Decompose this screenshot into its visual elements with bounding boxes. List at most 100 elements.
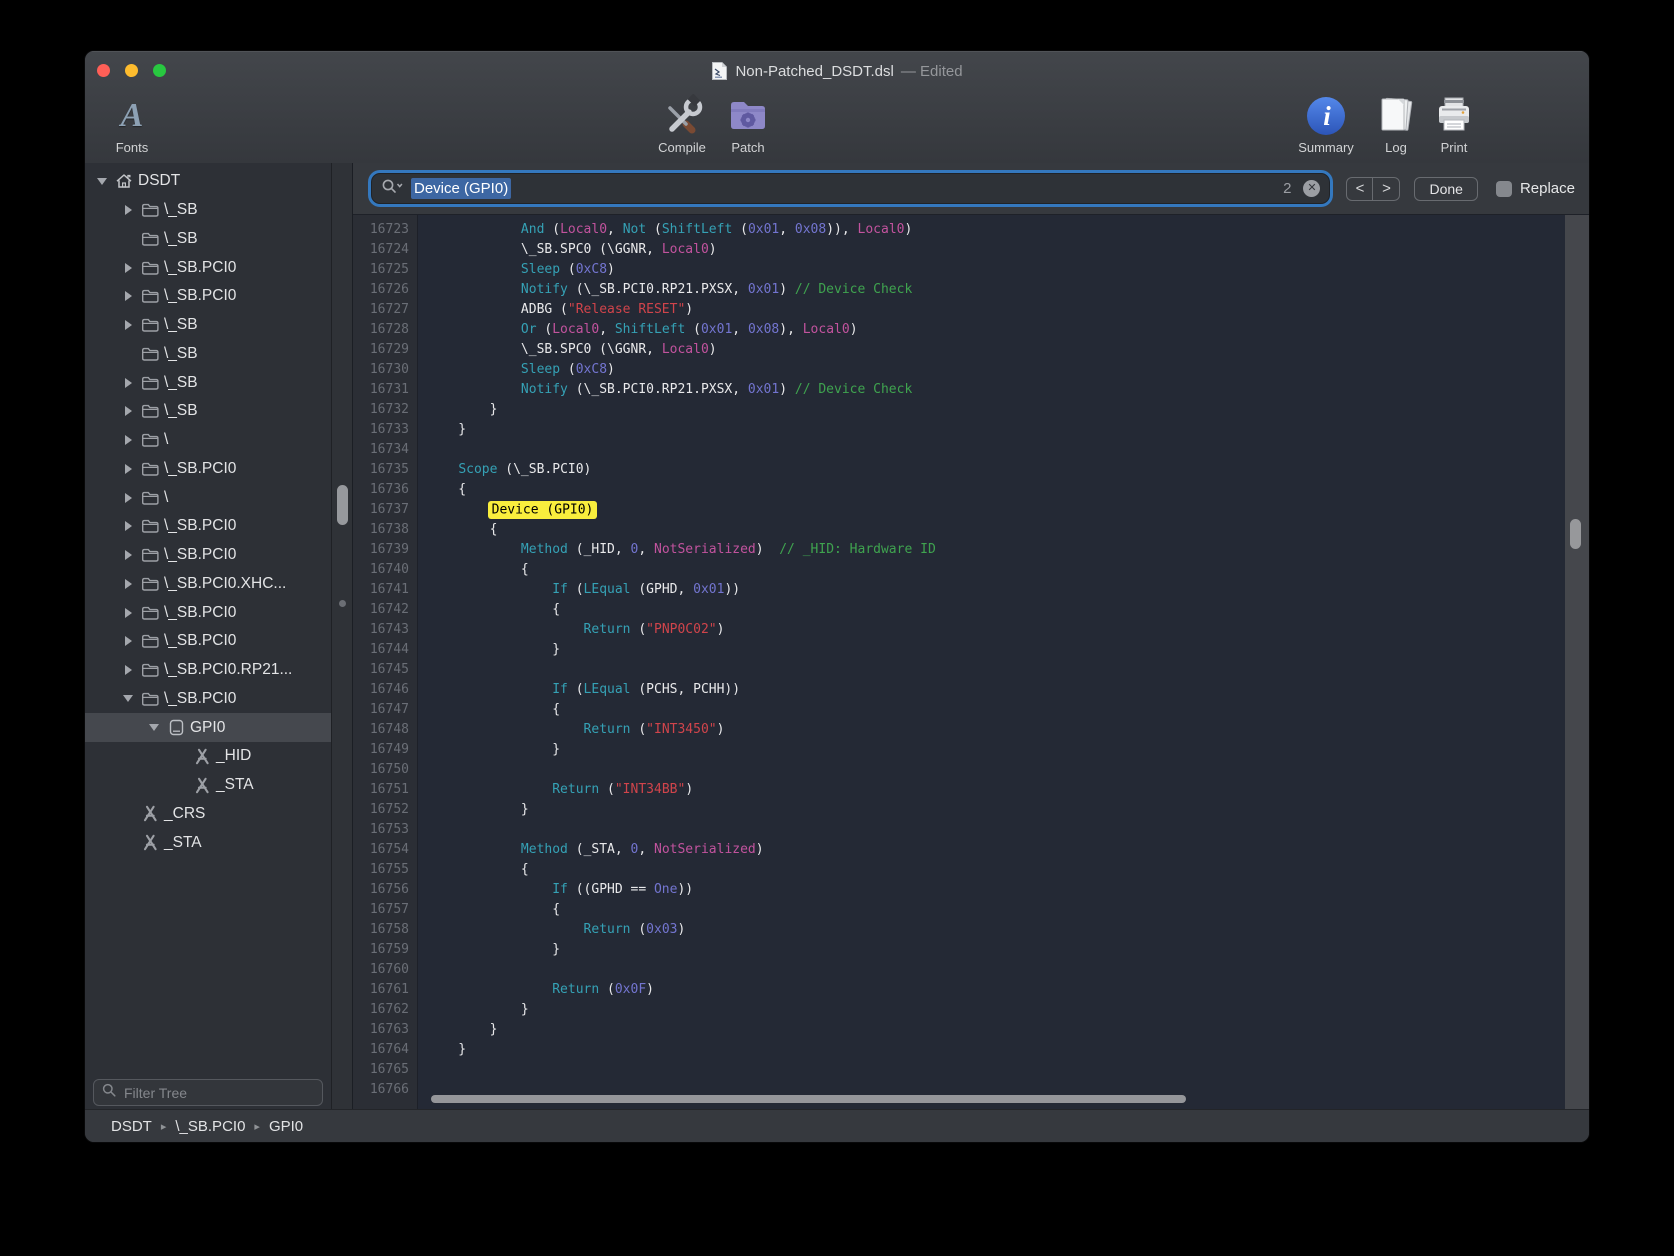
code-line[interactable]: { — [427, 600, 1565, 620]
tree-item[interactable]: \_SB.PCI0 — [85, 627, 331, 656]
tree-item[interactable]: \ — [85, 483, 331, 512]
disclosure-triangle[interactable] — [119, 406, 137, 416]
code-line[interactable]: { — [427, 860, 1565, 880]
code-line[interactable]: Sleep (0xC8) — [427, 260, 1565, 280]
done-button[interactable]: Done — [1414, 177, 1477, 201]
vertical-scrollbar-thumb[interactable] — [1570, 519, 1581, 549]
disclosure-triangle[interactable] — [119, 695, 137, 702]
code-line[interactable]: } — [427, 940, 1565, 960]
tree-item[interactable]: \_SB — [85, 311, 331, 340]
code-line[interactable]: Scope (\_SB.PCI0) — [427, 460, 1565, 480]
code-line[interactable]: Notify (\_SB.PCI0.RP21.PXSX, 0x01) // De… — [427, 280, 1565, 300]
code-line[interactable]: ADBG ("Release RESET") — [427, 300, 1565, 320]
disclosure-triangle[interactable] — [119, 636, 137, 646]
tree-item[interactable]: \_SB.PCI0 — [85, 455, 331, 484]
code-line[interactable]: } — [427, 800, 1565, 820]
code-line[interactable]: { — [427, 560, 1565, 580]
disclosure-triangle[interactable] — [93, 178, 111, 185]
tree-item[interactable]: \_SB.PCI0 — [85, 512, 331, 541]
tree-item[interactable]: \_SB.PCI0 — [85, 541, 331, 570]
code-line[interactable]: Return ("INT3450") — [427, 720, 1565, 740]
previous-match-button[interactable]: < — [1347, 178, 1373, 200]
tree-item[interactable]: DSDT — [85, 167, 331, 196]
vertical-scrollbar-track[interactable] — [1565, 215, 1589, 1109]
code-line[interactable]: } — [427, 1000, 1565, 1020]
breadcrumb-item[interactable]: DSDT — [111, 1118, 152, 1135]
code-line[interactable]: { — [427, 520, 1565, 540]
replace-checkbox[interactable] — [1496, 181, 1512, 197]
tree-item[interactable]: \_SB.PCI0 — [85, 282, 331, 311]
code-line[interactable]: Return (0x03) — [427, 920, 1565, 940]
fonts-button[interactable]: A Fonts — [97, 93, 167, 155]
tree-item[interactable]: \_SB — [85, 196, 331, 225]
disclosure-triangle[interactable] — [119, 493, 137, 503]
code-line[interactable]: \_SB.SPC0 (\GGNR, Local0) — [427, 240, 1565, 260]
breadcrumb-item[interactable]: \_SB.PCI0 — [175, 1118, 245, 1135]
next-match-button[interactable]: > — [1373, 178, 1399, 200]
code-line[interactable]: Notify (\_SB.PCI0.RP21.PXSX, 0x01) // De… — [427, 380, 1565, 400]
titlebar[interactable]: Non-Patched_DSDT.dsl — Edited — [85, 51, 1589, 91]
tree-item[interactable]: \_SB — [85, 340, 331, 369]
code-line[interactable]: Return ("INT34BB") — [427, 780, 1565, 800]
disclosure-triangle[interactable] — [119, 205, 137, 215]
code-line[interactable]: Method (_STA, 0, NotSerialized) — [427, 840, 1565, 860]
tree-item[interactable]: \_SB — [85, 397, 331, 426]
tree-item[interactable]: _STA — [85, 771, 331, 800]
tree-item[interactable]: _CRS — [85, 800, 331, 829]
code-line[interactable] — [427, 760, 1565, 780]
tree-item[interactable]: \_SB — [85, 368, 331, 397]
code-line[interactable]: Device (GPI0) — [427, 500, 1565, 520]
code-line[interactable]: Method (_HID, 0, NotSerialized) // _HID:… — [427, 540, 1565, 560]
breadcrumb-item[interactable]: GPI0 — [269, 1118, 303, 1135]
disclosure-triangle[interactable] — [119, 608, 137, 618]
disclosure-triangle[interactable] — [119, 665, 137, 675]
disclosure-triangle[interactable] — [145, 724, 163, 731]
code-line[interactable]: } — [427, 1020, 1565, 1040]
search-input[interactable]: Device (GPI0) 2 ✕ — [371, 173, 1330, 204]
tree-item[interactable]: \_SB.PCI0.XHC... — [85, 570, 331, 599]
code-line[interactable]: If ((GPHD == One)) — [427, 880, 1565, 900]
disclosure-triangle[interactable] — [119, 521, 137, 531]
disclosure-triangle[interactable] — [119, 320, 137, 330]
tree-item[interactable]: \_SB — [85, 225, 331, 254]
patch-button[interactable]: Patch — [713, 93, 783, 155]
tree-item[interactable]: \ — [85, 426, 331, 455]
print-button[interactable]: Print — [1419, 93, 1489, 155]
code-line[interactable]: } — [427, 400, 1565, 420]
horizontal-scrollbar-thumb[interactable] — [431, 1095, 1186, 1103]
disclosure-triangle[interactable] — [119, 291, 137, 301]
code-line[interactable]: If (LEqual (PCHS, PCHH)) — [427, 680, 1565, 700]
tree-item[interactable]: \_SB.PCI0.RP21... — [85, 656, 331, 685]
tree-item[interactable]: \_SB.PCI0 — [85, 685, 331, 714]
filter-tree-field[interactable] — [93, 1079, 323, 1106]
code-line[interactable]: { — [427, 480, 1565, 500]
disclosure-triangle[interactable] — [119, 579, 137, 589]
disclosure-triangle[interactable] — [119, 550, 137, 560]
filter-tree-input[interactable] — [122, 1084, 314, 1102]
code-line[interactable]: Or (Local0, ShiftLeft (0x01, 0x08), Loca… — [427, 320, 1565, 340]
code-line[interactable]: If (LEqual (GPHD, 0x01)) — [427, 580, 1565, 600]
code-line[interactable]: Return ("PNP0C02") — [427, 620, 1565, 640]
code-line[interactable]: Return (0x0F) — [427, 980, 1565, 1000]
code-line[interactable]: \_SB.SPC0 (\GGNR, Local0) — [427, 340, 1565, 360]
disclosure-triangle[interactable] — [119, 263, 137, 273]
tree-item[interactable]: _STA — [85, 828, 331, 857]
tree-item[interactable]: \_SB.PCI0 — [85, 253, 331, 282]
code-line[interactable]: } — [427, 420, 1565, 440]
disclosure-triangle[interactable] — [119, 435, 137, 445]
code-line[interactable]: } — [427, 740, 1565, 760]
tree-item[interactable]: \_SB.PCI0 — [85, 598, 331, 627]
search-icon[interactable] — [381, 178, 405, 199]
code-line[interactable]: And (Local0, Not (ShiftLeft (0x01, 0x08)… — [427, 220, 1565, 240]
code-line[interactable]: } — [427, 640, 1565, 660]
code-line[interactable] — [427, 960, 1565, 980]
clear-search-icon[interactable]: ✕ — [1303, 180, 1320, 197]
code-line[interactable]: Sleep (0xC8) — [427, 360, 1565, 380]
pane-splitter[interactable] — [331, 163, 353, 1109]
code-editor[interactable]: 1672316724167251672616727167281672916730… — [353, 215, 1565, 1109]
tree-item[interactable]: _HID — [85, 742, 331, 771]
summary-button[interactable]: i Summary — [1291, 93, 1361, 155]
tree-item[interactable]: GPI0 — [85, 713, 331, 742]
disclosure-triangle[interactable] — [119, 464, 137, 474]
code-line[interactable]: { — [427, 700, 1565, 720]
